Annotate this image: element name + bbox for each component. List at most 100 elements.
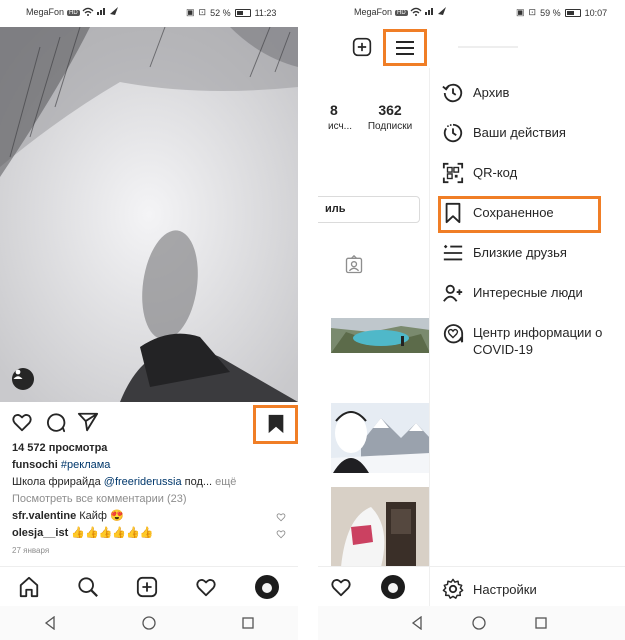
activity-icon <box>443 123 463 143</box>
save-bookmark-icon[interactable] <box>265 413 287 435</box>
snow-photo <box>0 27 298 402</box>
home-icon[interactable] <box>18 576 40 598</box>
post-video[interactable] <box>0 27 298 402</box>
menu-item-covid-info[interactable]: Центр информации о COVID-19 <box>442 322 622 358</box>
post-actions-bar <box>0 405 298 444</box>
room-photo <box>331 487 430 567</box>
network-badge: HD <box>67 10 80 16</box>
qr-code-icon <box>442 162 464 184</box>
menu-item-label: Сохраненное <box>473 205 554 220</box>
following-count: 362 <box>378 102 402 118</box>
caption: Школа фрирайда @freeriderussia под... ещ… <box>12 474 296 491</box>
search-icon[interactable] <box>77 576 99 598</box>
home-circle-icon[interactable] <box>472 616 486 630</box>
grid-thumbnail[interactable] <box>331 318 430 353</box>
author-line: funsochi #реклама <box>12 457 296 474</box>
more-link[interactable]: ещё <box>215 476 236 488</box>
comment-like-icon[interactable] <box>276 512 286 522</box>
hashtag-link[interactable]: #реклама <box>61 459 111 471</box>
recents-icon[interactable] <box>534 616 548 630</box>
bottom-navigation <box>0 566 298 606</box>
signal-icons <box>82 6 120 16</box>
menu-item-saved[interactable]: Сохраненное <box>442 202 554 224</box>
comment-icon[interactable] <box>44 411 66 433</box>
menu-item-label: Архив <box>473 85 510 100</box>
battery-info: ▣ ⊡ 52 % 11:23 <box>186 7 276 18</box>
hamburger-menu-button[interactable] <box>383 29 427 66</box>
tagged-tab-icon[interactable] <box>344 255 364 275</box>
profile-avatar[interactable] <box>254 574 280 600</box>
comment-row: olesja__ist 👍👍👍👍👍👍 <box>12 525 296 542</box>
back-icon[interactable] <box>410 616 424 630</box>
archive-icon <box>442 83 463 103</box>
menu-item-label: QR-код <box>473 165 518 180</box>
tagged-people-button[interactable] <box>12 368 34 390</box>
menu-item-label: Центр информации о COVID-19 <box>473 325 603 357</box>
activity-heart-icon[interactable] <box>330 576 352 598</box>
post-screen: MegaFon HD ▣ ⊡ 52 % 11:23 14 572 просмот… <box>0 0 298 640</box>
new-post-icon[interactable] <box>136 576 158 598</box>
bottom-navigation <box>318 566 625 606</box>
post-details: 14 572 просмотра funsochi #реклама Школа… <box>12 440 296 559</box>
nfc-icon: ▣ <box>186 7 195 17</box>
menu-item-label: Интересные люди <box>473 285 583 300</box>
battery-info: ▣ ⊡ 59 % 10:07 <box>516 7 607 18</box>
recents-icon[interactable] <box>241 616 255 630</box>
author-username[interactable]: funsochi <box>12 459 58 471</box>
post-date: 27 января <box>12 546 50 555</box>
hamburger-icon <box>396 40 414 55</box>
lake-photo <box>331 318 430 353</box>
home-circle-icon[interactable] <box>142 616 156 630</box>
vibrate-icon: ⊡ <box>528 7 537 17</box>
menu-item-close-friends[interactable]: Близкие друзья <box>442 242 567 264</box>
wifi-icon <box>410 7 446 16</box>
menu-item-label: Ваши действия <box>473 125 566 140</box>
carrier-label: MegaFon HD <box>26 7 80 17</box>
following-stat[interactable]: 362 Подписки <box>360 102 420 132</box>
network-badge: HD <box>395 10 408 16</box>
comment-text: 👍👍👍👍👍👍 <box>71 527 154 539</box>
battery-icon <box>564 8 581 17</box>
edit-profile-button[interactable]: иль <box>318 196 420 223</box>
grid-thumbnail[interactable] <box>331 403 430 473</box>
discover-people-icon <box>443 284 463 302</box>
views-count: 14 572 просмотра <box>12 442 108 454</box>
comment-username[interactable]: olesja__ist <box>12 527 68 539</box>
battery-percent: 59 % <box>540 7 561 18</box>
covid-info-icon <box>443 324 464 344</box>
menu-item-label: Близкие друзья <box>473 245 567 260</box>
new-post-icon[interactable] <box>352 37 372 57</box>
clock: 10:07 <box>584 7 608 18</box>
system-navigation <box>0 606 298 640</box>
comment-row: sfr.valentine Кайф 😍 <box>12 508 296 525</box>
mountain-photo <box>331 403 430 473</box>
battery-percent: 52 % <box>210 7 231 18</box>
wifi-icon <box>82 7 118 16</box>
bookmark-icon <box>445 202 461 224</box>
like-heart-icon[interactable] <box>11 411 33 433</box>
grid-thumbnail[interactable] <box>331 487 430 567</box>
comment-text: Кайф 😍 <box>79 510 124 522</box>
view-comments-link[interactable]: Посмотреть все комментарии (23) <box>12 491 296 508</box>
menu-item-archive[interactable]: Архив <box>442 82 509 104</box>
drawer-handle <box>458 46 518 48</box>
vibrate-icon: ⊡ <box>198 7 207 17</box>
system-navigation <box>318 606 625 640</box>
share-icon[interactable] <box>77 411 99 433</box>
back-icon[interactable] <box>43 616 57 630</box>
profile-avatar[interactable] <box>380 574 406 600</box>
menu-item-your-activity[interactable]: Ваши действия <box>442 122 566 144</box>
comment-username[interactable]: sfr.valentine <box>12 510 76 522</box>
activity-heart-icon[interactable] <box>195 576 217 598</box>
battery-icon <box>234 8 251 17</box>
menu-item-qr-code[interactable]: QR-код <box>442 162 517 184</box>
menu-item-discover-people[interactable]: Интересные люди <box>442 282 583 304</box>
signal-icons <box>410 6 448 16</box>
mention-link[interactable]: @freeriderussia <box>104 476 182 488</box>
status-bar: MegaFon HD ▣ ⊡ 59 % 10:07 <box>318 0 625 26</box>
status-bar: MegaFon HD ▣ ⊡ 52 % 11:23 <box>0 0 298 26</box>
comment-like-icon[interactable] <box>276 529 286 539</box>
profile-screen: MegaFon HD ▣ ⊡ 59 % 10:07 8 исч... 362 П… <box>318 0 625 640</box>
person-icon <box>13 369 23 379</box>
caption-rest: под... <box>184 476 213 488</box>
